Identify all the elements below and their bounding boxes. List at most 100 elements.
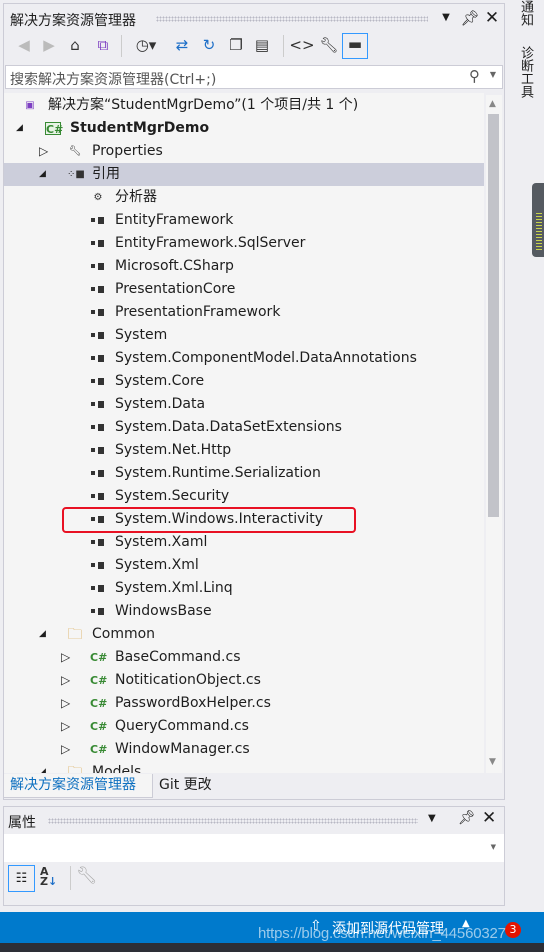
tree-item[interactable]: Microsoft.CSharp [4,255,484,278]
tree-item-label: 引用 [92,166,120,182]
tree-item[interactable]: PresentationCore [4,278,484,301]
tree-item[interactable]: System.Core [4,370,484,393]
reference-icon [90,470,106,477]
expand-arrow-icon[interactable]: ▷ [61,738,70,761]
csharp-file-icon: C# [90,720,108,733]
switch-views-icon[interactable]: ⧉ [92,35,114,57]
tree-item-label: System.Xml.Linq [115,580,233,596]
tree-item[interactable]: System.Runtime.Serialization [4,462,484,485]
search-icon[interactable]: ⚲ [469,67,480,85]
refresh-icon[interactable]: ↻ [198,35,220,57]
side-tab-label: 诊断工具 [518,46,533,98]
scroll-down-icon[interactable]: ▼ [489,757,496,767]
back-icon[interactable]: ◀ [13,35,35,57]
side-tab-label: 通知 [518,0,533,26]
dropdown-icon[interactable]: ▼ [435,8,457,30]
tree-item-label: System.Net.Http [115,442,232,458]
pending-changes-filter-icon[interactable]: ◷▾ [133,35,159,57]
reference-icon [90,493,106,500]
tree-item[interactable]: ▣ 解决方案“StudentMgrDemo”(1 个项目/共 1 个) [4,94,484,117]
tree-item[interactable]: ◢ ⁘■ 引用 [4,163,484,186]
tree-item[interactable]: ◢ 🗀 Models [4,761,484,773]
tree-item[interactable]: WindowsBase [4,600,484,623]
tree-item[interactable]: ▷ C# WindowManager.cs [4,738,484,761]
tree-item[interactable]: System.Xml.Linq [4,577,484,600]
object-selector[interactable]: ▼ [4,834,504,862]
diagnostics-meter [532,183,544,257]
tree-item[interactable]: ◢ C# StudentMgrDemo [4,117,484,140]
close-icon[interactable]: ✕ [482,808,496,828]
collapse-all-icon[interactable]: ❐ [225,35,247,57]
tree-item-label: PresentationFramework [115,304,281,320]
solution-icon: ▣ [25,100,35,111]
solution-tree: ▣ 解决方案“StudentMgrDemo”(1 个项目/共 1 个) ◢ C# Stu… [4,93,484,773]
show-all-files-icon[interactable]: ▤ [251,35,273,57]
tree-item[interactable]: System [4,324,484,347]
side-tab-diagnostics[interactable]: 诊断工具 [511,46,535,112]
tree-item[interactable]: EntityFramework.SqlServer [4,232,484,255]
search-placeholder: 搜索解决方案资源管理器(Ctrl+;) [10,72,217,88]
dropdown-icon[interactable]: ▼ [428,813,436,824]
tree-item[interactable]: ▷ 🔧︎ Properties [4,140,484,163]
tree-item[interactable]: ⚙ 分析器 [4,186,484,209]
properties-icon[interactable]: 🔧︎ [316,35,342,57]
expand-arrow-icon[interactable]: ▷ [39,140,48,163]
tree-item[interactable]: ▷ C# BaseCommand.cs [4,646,484,669]
tree-item[interactable]: System.Data.DataSetExtensions [4,416,484,439]
expand-arrow-icon[interactable]: ▷ [61,646,70,669]
scrollbar-thumb[interactable] [488,114,499,517]
close-icon[interactable]: ✕ [481,8,503,30]
tree-item-label: System.ComponentModel.DataAnnotations [115,350,417,366]
tree-item[interactable]: System.Data [4,393,484,416]
tree-item[interactable]: PresentationFramework [4,301,484,324]
categorized-icon[interactable]: ☷ [8,865,35,892]
tree-item[interactable]: ◢ 🗀 Common [4,623,484,646]
pin-icon[interactable]: 📌︎ [458,810,476,826]
tree-item[interactable]: EntityFramework [4,209,484,232]
tree-item-label: System.Data [115,396,206,412]
panel-title: 解决方案资源管理器 [10,13,136,29]
side-tab-notifications[interactable]: 通知 [511,0,535,36]
chevron-down-icon[interactable]: ▼ [491,843,496,851]
tree-item[interactable]: ▷ C# QueryCommand.cs [4,715,484,738]
expand-arrow-icon[interactable]: ▷ [61,692,70,715]
collapse-arrow-icon[interactable]: ◢ [16,117,23,140]
forward-icon[interactable]: ▶ [38,35,60,57]
csharp-project-icon: C# [45,122,64,136]
taskbar-strip [0,943,544,952]
search-options-icon[interactable]: ▼ [490,70,496,79]
tree-item[interactable]: System.Net.Http [4,439,484,462]
search-input[interactable]: 搜索解决方案资源管理器(Ctrl+;) ⚲ ▼ [5,65,503,89]
analyzer-icon: ⚙ [93,192,103,203]
view-code-icon[interactable]: <> [289,35,315,57]
folder-icon: 🗀 [67,625,83,643]
title-grip[interactable] [48,818,418,824]
tab-solution-explorer[interactable]: 解决方案资源管理器 [3,774,153,798]
collapse-arrow-icon[interactable]: ◢ [39,761,46,773]
tree-item[interactable]: ▷ C# PasswordBoxHelper.cs [4,692,484,715]
properties-panel: 属性 ▼ 📌︎ ✕ ▼ ☷ A Z↓ 🔧︎ [3,806,505,906]
expand-arrow-icon[interactable]: ▷ [61,669,70,692]
scroll-up-icon[interactable]: ▲ [489,99,496,109]
home-icon[interactable]: ⌂ [64,35,86,57]
pin-icon[interactable]: 📌︎ [459,8,481,30]
sort-alphabetical-icon[interactable]: A Z↓ [40,866,57,887]
preview-selected-icon[interactable]: ▬ [342,33,368,59]
sync-icon[interactable]: ⇄ [171,35,193,57]
collapse-arrow-icon[interactable]: ◢ [39,163,46,186]
wrench-icon: 🔧︎ [68,146,82,157]
tree-item[interactable]: System.Security [4,485,484,508]
tree-item[interactable]: ▷ C# NotiticationObject.cs [4,669,484,692]
property-pages-icon[interactable]: 🔧︎ [76,866,98,886]
title-grip[interactable] [156,16,428,22]
tab-git-changes[interactable]: Git 更改 [159,774,212,798]
expand-arrow-icon[interactable]: ▷ [61,715,70,738]
tree-item-label: WindowsBase [115,603,212,619]
reference-icon [90,355,106,362]
tree-item[interactable]: System.Xaml [4,531,484,554]
tree-item-label: BaseCommand.cs [115,649,241,665]
tree-item[interactable]: System.Xml [4,554,484,577]
tree-item-label: EntityFramework.SqlServer [115,235,306,251]
collapse-arrow-icon[interactable]: ◢ [39,623,46,646]
tree-item[interactable]: System.ComponentModel.DataAnnotations [4,347,484,370]
